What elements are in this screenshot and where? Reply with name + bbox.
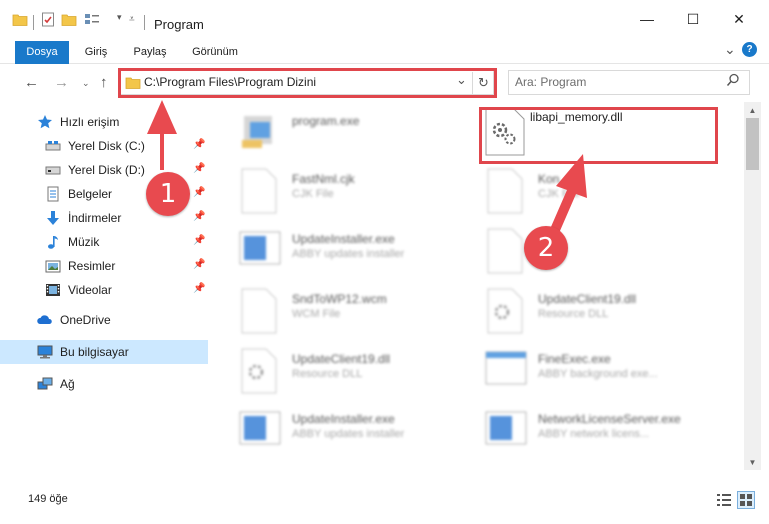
scroll-down-icon[interactable]: ▼ <box>744 454 761 470</box>
callout-1: 1 <box>146 172 190 216</box>
list-item[interactable]: program.exe <box>238 108 478 164</box>
tab-gorunum[interactable]: Görünüm <box>186 41 244 64</box>
title-bar: ▾ ⩡ Program — ☐ ✕ <box>0 0 769 38</box>
chevron-down-icon[interactable]: ▾ <box>117 12 122 23</box>
properties-icon[interactable] <box>41 12 55 27</box>
tab-dosya[interactable]: Dosya <box>15 41 69 64</box>
file-icon <box>241 168 277 214</box>
pin-icon[interactable]: 📌 <box>193 211 205 222</box>
tab-paylas[interactable]: Paylaş <box>128 41 172 64</box>
pin-icon[interactable]: 📌 <box>193 235 205 246</box>
file-icon <box>487 168 523 214</box>
list-item[interactable]: UpdateInstaller.exe ABBY updates install… <box>238 406 478 462</box>
file-highlight-box <box>479 107 718 164</box>
vertical-scrollbar[interactable]: ▲ ▼ <box>744 102 761 470</box>
list-item[interactable]: UpdateInstaller.exe ABBY updates install… <box>238 226 478 282</box>
pin-icon[interactable]: 📌 <box>193 163 205 174</box>
pictures-icon <box>45 260 61 273</box>
music-icon <box>48 236 59 249</box>
list-item[interactable]: Kon...cjk CJK File <box>484 166 724 222</box>
scroll-up-icon[interactable]: ▲ <box>744 102 761 118</box>
search-icon[interactable] <box>726 73 740 87</box>
search-placeholder: Ara: Program <box>515 75 587 89</box>
computer-icon <box>37 345 53 359</box>
item-count: 149 öğe <box>28 493 68 505</box>
maximize-button[interactable]: ☐ <box>670 0 716 38</box>
pin-icon[interactable]: 📌 <box>193 283 205 294</box>
sidebar-item-music[interactable]: Müzik 📌 <box>0 230 208 254</box>
sidebar-item-quick-access[interactable]: Hızlı erişim <box>0 110 208 134</box>
sidebar-item-local-disk-c[interactable]: Yerel Disk (C:) 📌 <box>0 134 208 158</box>
title-separator <box>144 15 145 30</box>
application-icon <box>485 351 527 385</box>
list-item[interactable]: NetworkLicenseServer.exe ABBY network li… <box>484 406 724 462</box>
title-separator <box>33 15 34 30</box>
new-folder-icon[interactable] <box>61 12 77 26</box>
list-item[interactable]: SndToWP12.wcm WCM File <box>238 286 478 342</box>
minimize-button[interactable]: — <box>624 0 670 38</box>
forward-arrow-icon[interactable]: → <box>54 74 69 91</box>
application-icon <box>242 116 272 148</box>
close-button[interactable]: ✕ <box>716 0 762 38</box>
video-icon <box>46 284 60 296</box>
folder-icon[interactable] <box>12 12 28 26</box>
navigation-pane: Hızlı erişim Yerel Disk (C:) 📌 Yerel Dis… <box>0 102 208 470</box>
expand-ribbon-icon[interactable]: ⌄ <box>724 41 736 58</box>
view-options-icon[interactable] <box>84 12 100 26</box>
file-icon <box>487 228 523 274</box>
help-icon[interactable]: ? <box>742 42 757 57</box>
download-icon <box>47 211 59 225</box>
list-item[interactable]: UpdateClient19.dll Resource DLL <box>484 286 724 342</box>
scroll-thumb[interactable] <box>746 118 759 170</box>
up-arrow-icon[interactable]: ↑ <box>100 74 108 91</box>
installer-icon <box>239 231 281 265</box>
sidebar-item-pictures[interactable]: Resimler 📌 <box>0 254 208 278</box>
sidebar-item-this-pc[interactable]: Bu bilgisayar <box>0 340 208 364</box>
recent-locations-icon[interactable]: ⌄ <box>82 78 90 89</box>
ribbon: Dosya Giriş Paylaş Görünüm ⌄ ? <box>0 38 769 64</box>
list-item[interactable]: FineExec.exe ABBY background exe... <box>484 346 724 402</box>
back-arrow-icon[interactable]: ← <box>24 74 39 91</box>
sidebar-item-videos[interactable]: Videolar 📌 <box>0 278 208 302</box>
pin-icon[interactable]: 📌 <box>193 187 205 198</box>
list-item[interactable]: FastNml.cjk CJK File <box>238 166 478 222</box>
installer-icon <box>239 411 281 445</box>
sidebar-item-network[interactable]: Ağ <box>0 372 208 396</box>
cloud-icon <box>37 315 52 324</box>
list-item[interactable]: UpdateClient19.dll Resource DLL <box>238 346 478 402</box>
file-icon <box>241 288 277 334</box>
documents-icon <box>47 186 59 202</box>
tab-giris[interactable]: Giriş <box>78 41 114 64</box>
network-icon <box>37 377 53 390</box>
window-title: Program <box>154 17 204 32</box>
drive-icon <box>45 141 61 151</box>
status-bar: 149 öğe <box>0 486 769 514</box>
star-icon <box>38 115 52 129</box>
pin-icon[interactable]: 📌 <box>193 259 205 270</box>
dll-file-icon <box>241 348 277 394</box>
pin-icon[interactable]: 📌 <box>193 139 205 150</box>
callout-2: 2 <box>524 226 568 270</box>
large-icons-view-icon[interactable] <box>737 491 755 509</box>
address-highlight-box <box>118 68 497 98</box>
list-item[interactable] <box>484 226 724 282</box>
installer-icon <box>485 411 527 445</box>
drive-icon <box>45 166 61 175</box>
customize-toolbar-icon[interactable]: ⩡ <box>129 14 135 25</box>
sidebar-item-onedrive[interactable]: OneDrive <box>0 308 208 332</box>
details-view-icon[interactable] <box>716 492 732 508</box>
dll-file-icon <box>487 288 523 334</box>
